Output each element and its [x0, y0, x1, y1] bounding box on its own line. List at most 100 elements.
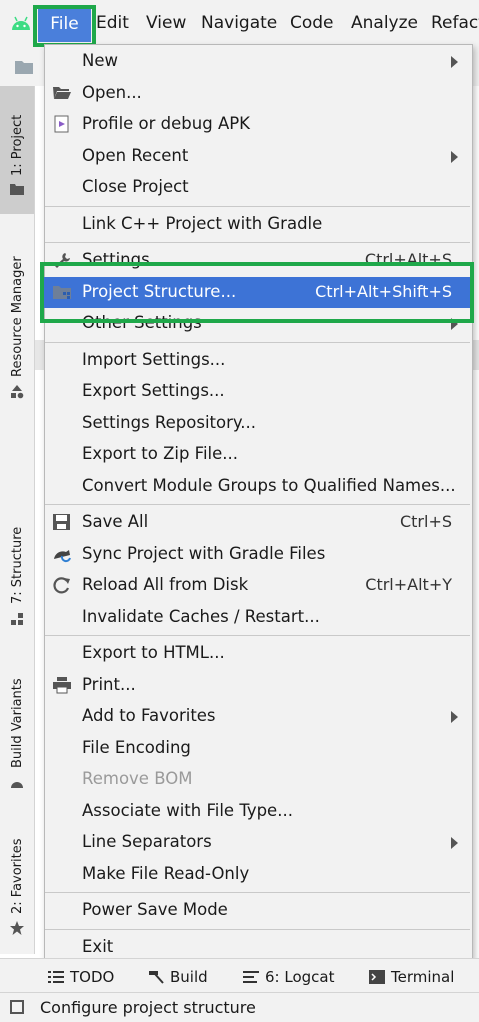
submenu-arrow-icon [451, 711, 458, 723]
star-icon [10, 921, 24, 935]
menu-item-print[interactable]: Print... [44, 670, 471, 701]
menu-item-label: Profile or debug APK [82, 114, 251, 133]
tab-resource-manager[interactable]: Resource Manager [10, 256, 25, 377]
menu-item-label: Link C++ Project with Gradle [82, 213, 323, 233]
menu-item-save-all[interactable]: Save All Ctrl+S [44, 507, 471, 538]
menu-item-label: Invalidate Caches / Restart... [82, 606, 320, 626]
menu-item-reload-all-from-disk[interactable]: Reload All from Disk Ctrl+Alt+Y [44, 570, 471, 601]
menu-item-label: Settings... [82, 250, 166, 269]
menu-separator [45, 892, 470, 893]
menu-item-close-project[interactable]: Close Project [44, 172, 471, 203]
menu-item-label: Remove BOM [82, 769, 193, 788]
menu-item-label: Open... [82, 82, 142, 102]
menu-separator [45, 341, 470, 343]
submenu-arrow-icon [451, 150, 458, 163]
menu-item-label: Export Settings... [82, 381, 225, 400]
menu-item-export-to-zip-file[interactable]: Export to Zip File... [44, 439, 471, 470]
menu-item-add-to-favorites[interactable]: Add to Favorites [44, 701, 471, 732]
apk-icon [52, 115, 72, 133]
menu-item-label: Project Structure... [82, 281, 237, 301]
menu-item-settings[interactable]: Settings... Ctrl+Alt+S [44, 245, 471, 276]
menu-item-label: Add to Favorites [82, 706, 216, 725]
terminal-icon [369, 970, 385, 984]
menu-separator [45, 504, 470, 505]
hammer-icon [149, 971, 164, 984]
gradle-sync-icon [52, 545, 72, 563]
menu-item-label: Associate with File Type... [82, 800, 293, 820]
menu-item-label: Other Settings [82, 313, 202, 332]
tab-build[interactable]: Build [148, 968, 208, 986]
menu-item-import-settings[interactable]: Import Settings... [44, 345, 471, 376]
menu-item-open-recent[interactable]: Open Recent [44, 141, 471, 172]
menu-item-label: Make File Read-Only [82, 863, 250, 883]
menu-edit[interactable]: Edit [96, 13, 129, 33]
android-small-icon [11, 782, 23, 788]
tab-build-label: Build [170, 968, 208, 986]
menu-item-export-settings[interactable]: Export Settings... [44, 376, 471, 407]
menu-item-line-separators[interactable]: Line Separators [44, 827, 471, 858]
tab-build-variants[interactable]: Build Variants [10, 678, 25, 768]
menu-item-link-c-project-with-gradle[interactable]: Link C++ Project with Gradle [44, 209, 471, 240]
menu-item-label: Reload All from Disk [82, 575, 249, 594]
project-folder-icon [15, 61, 33, 74]
menu-item-shortcut: Ctrl+Alt+S [364, 250, 452, 269]
android-icon [12, 16, 30, 30]
menu-item-open[interactable]: Open... [44, 78, 471, 109]
menu-navigate[interactable]: Navigate [201, 13, 277, 33]
reload-icon [52, 576, 72, 594]
submenu-arrow-icon [451, 837, 458, 849]
menu-item-label: Print... [82, 674, 136, 694]
folder-icon [10, 184, 24, 195]
menu-item-associate-with-file-type[interactable]: Associate with File Type... [44, 796, 471, 827]
tab-todo[interactable]: TODO [48, 968, 114, 986]
menu-item-label: Power Save Mode [82, 900, 228, 919]
menu-item-file-encoding[interactable]: File Encoding [44, 733, 471, 764]
menu-item-make-file-read-only[interactable]: Make File Read-Only [44, 859, 471, 890]
menu-item-new[interactable]: New [44, 46, 471, 77]
menu-item-convert-module-groups-to-qualified-names[interactable]: Convert Module Groups to Qualified Names… [44, 471, 471, 502]
menu-item-label: Export to Zip File... [82, 444, 239, 463]
status-bar: Configure project structure [0, 992, 479, 1022]
menu-file[interactable]: File [38, 6, 91, 42]
menu-item-export-to-html[interactable]: Export to HTML... [44, 638, 471, 669]
menu-item-label: New [82, 51, 118, 70]
resource-manager-icon [11, 385, 24, 399]
menu-item-label: File Encoding [82, 737, 191, 757]
bottom-tool-tabs: TODO Build 6: Logcat Terminal [0, 958, 479, 993]
logcat-icon [243, 971, 259, 983]
tab-todo-label: TODO [70, 968, 115, 986]
tab-logcat[interactable]: 6: Logcat [243, 968, 334, 986]
menu-item-settings-repository[interactable]: Settings Repository... [44, 408, 471, 439]
menu-item-label: Open Recent [82, 145, 189, 165]
tab-structure[interactable]: 7: Structure [10, 527, 25, 604]
menu-analyze[interactable]: Analyze [351, 13, 418, 33]
menu-item-label: Sync Project with Gradle Files [82, 543, 326, 563]
menu-separator [45, 928, 470, 930]
tab-logcat-label: 6: Logcat [265, 968, 335, 986]
menu-item-sync-project-with-gradle-files[interactable]: Sync Project with Gradle Files [44, 539, 471, 570]
menu-separator [45, 242, 470, 243]
printer-icon [52, 676, 72, 694]
menu-code[interactable]: Code [290, 13, 334, 33]
menu-item-project-structure[interactable]: Project Structure... Ctrl+Alt+Shift+S [44, 276, 471, 308]
tab-terminal[interactable]: Terminal [369, 968, 454, 986]
menu-separator [45, 635, 470, 636]
menu-item-profile-or-debug-apk[interactable]: Profile or debug APK [44, 109, 471, 140]
menu-item-other-settings[interactable]: Other Settings [44, 308, 471, 339]
todo-icon [48, 971, 64, 983]
project-structure-icon [52, 283, 72, 301]
menu-item-power-save-mode[interactable]: Power Save Mode [44, 895, 471, 926]
menu-separator [45, 205, 470, 207]
menu-item-label: Exit [82, 936, 114, 956]
menu-refactor[interactable]: Refact [431, 13, 479, 33]
tab-favorites[interactable]: 2: Favorites [10, 838, 25, 914]
save-icon [52, 513, 72, 531]
menu-item-invalidate-caches-restart[interactable]: Invalidate Caches / Restart... [44, 602, 471, 633]
menu-item-shortcut: Ctrl+S [399, 512, 452, 531]
structure-icon [11, 613, 23, 625]
menu-view[interactable]: View [146, 13, 186, 33]
tab-project[interactable]: 1: Project [10, 115, 25, 176]
menu-item-remove-bom: Remove BOM [44, 764, 471, 795]
window-icon[interactable] [10, 1000, 24, 1014]
menu-item-label: Import Settings... [82, 349, 226, 369]
